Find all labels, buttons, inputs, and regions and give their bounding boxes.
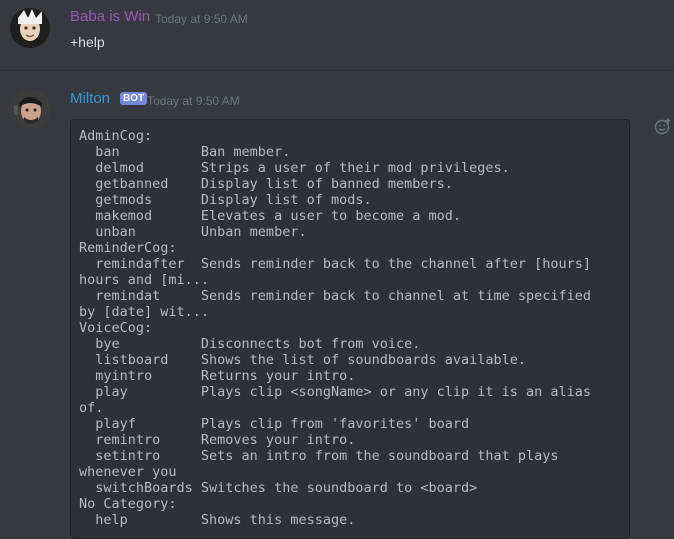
timestamp: Today at 9:50 AM (155, 12, 248, 26)
help-output: AdminCog: ban Ban member. delmod Strips … (79, 128, 592, 528)
bot-badge: BOT (120, 92, 148, 105)
message-content: +help (70, 34, 105, 50)
username[interactable]: Baba is Win (70, 8, 150, 25)
add-reaction-icon[interactable] (654, 117, 672, 135)
timestamp: Today at 9:50 AM (147, 94, 240, 108)
avatar[interactable] (10, 89, 50, 129)
avatar[interactable] (10, 8, 50, 48)
message-group: Baba is Win Today at 9:50 AM +help (0, 0, 674, 70)
code-block: AdminCog: ban Ban member. delmod Strips … (70, 119, 630, 539)
message-group: Milton BOT Today at 9:50 AM AdminCog: ba… (0, 71, 674, 539)
username[interactable]: Milton (70, 90, 110, 107)
